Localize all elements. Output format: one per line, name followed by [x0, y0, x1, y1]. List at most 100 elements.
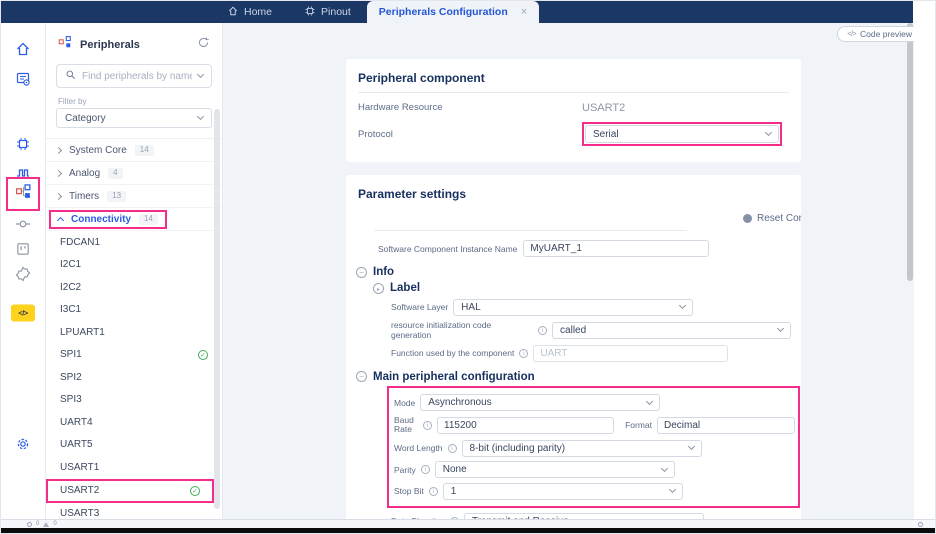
stop-bit-select[interactable]: 1	[442, 482, 683, 500]
tab-bar: Home Pinout Peripherals Configuration ×	[1, 1, 935, 23]
category-system-core[interactable]: System Core 14	[46, 139, 222, 162]
item-label: UART4	[60, 416, 93, 428]
collapse-icon[interactable]	[356, 371, 367, 382]
baud-rate-input[interactable]	[437, 416, 615, 434]
count-badge: 13	[107, 190, 127, 202]
protocol-value: Serial	[593, 128, 619, 140]
peripherals-panel-icon	[58, 35, 72, 54]
peripheral-item-i2c1[interactable]: I2C1	[46, 253, 222, 276]
node-link-icon[interactable]	[15, 216, 31, 232]
section-info[interactable]: Info	[356, 266, 791, 278]
word-length-select[interactable]: 8-bit (including parity)	[461, 439, 702, 457]
peripheral-item-usart1[interactable]: USART1	[46, 456, 222, 479]
software-layer-select[interactable]: HAL	[453, 298, 694, 316]
chevron-down-icon	[646, 397, 654, 405]
home-nav-icon[interactable]	[15, 41, 31, 57]
section-label[interactable]: Label	[373, 282, 791, 294]
stop-bit-label: Stop Bit	[394, 486, 424, 497]
software-layer-value: HAL	[461, 301, 481, 313]
reset-configuration-button[interactable]: Reset Configuration	[743, 213, 801, 224]
item-label: UART5	[60, 439, 93, 451]
highlight-box: Connectivity 14	[49, 209, 167, 229]
refresh-icon[interactable]	[197, 36, 210, 54]
count-badge: 14	[134, 144, 154, 156]
peripheral-item-usart3[interactable]: USART3	[46, 502, 222, 519]
tab-home[interactable]: Home	[211, 1, 288, 23]
parameter-settings-heading: Parameter settings	[358, 187, 467, 201]
collapse-icon[interactable]	[356, 266, 367, 278]
highlight-box: Serial	[582, 122, 782, 146]
peripherals-nav-highlight-box[interactable]	[6, 177, 40, 211]
chevron-down-icon[interactable]	[196, 70, 205, 79]
peripheral-item-fdcan1[interactable]: FDCAN1	[46, 231, 222, 254]
code-preview-button[interactable]: </> Code preview	[837, 26, 914, 42]
settings-gear-icon[interactable]	[15, 436, 31, 452]
resource-init-label: resource initialization code generation	[391, 320, 492, 340]
peripheral-item-spi2[interactable]: SPI2	[46, 366, 222, 389]
icon-rail: </>	[1, 23, 46, 519]
filter-category-value: Category	[65, 112, 106, 124]
format-input[interactable]	[657, 416, 795, 434]
protocol-label: Protocol	[358, 128, 393, 140]
baud-rate-label: Baud Rate	[394, 414, 414, 435]
chevron-down-icon	[668, 485, 676, 494]
close-tab-icon[interactable]: ×	[521, 6, 527, 18]
peripheral-component-card: Peripheral component Hardware Resource U…	[346, 59, 801, 162]
instance-name-input[interactable]	[523, 240, 710, 257]
reset-label: Reset Configuration	[757, 213, 801, 224]
word-length-label: Word Length	[394, 443, 443, 454]
mode-value: Asynchronous	[428, 397, 492, 408]
category-analog[interactable]: Analog 4	[46, 162, 222, 185]
topbar-corner	[913, 1, 935, 23]
peripheral-item-i2c2[interactable]: I2C2	[46, 276, 222, 299]
peripheral-item-uart4[interactable]: UART4	[46, 411, 222, 434]
chevron-down-icon	[764, 128, 773, 137]
parameter-settings-card: Parameter settings Reset Configuration S…	[346, 175, 801, 519]
chevron-up-icon	[56, 216, 65, 225]
project-settings-icon[interactable]	[15, 71, 31, 87]
mode-select[interactable]: Asynchronous	[420, 394, 661, 411]
board-kanban-icon[interactable]	[16, 242, 31, 257]
tab-pinout[interactable]: Pinout	[288, 1, 367, 23]
search-box	[56, 64, 212, 88]
search-input[interactable]	[82, 70, 192, 82]
category-connectivity[interactable]: Connectivity 14	[46, 208, 222, 231]
main-scrollbar[interactable]	[907, 23, 913, 281]
sidebar-scrollbar[interactable]	[214, 109, 220, 509]
tab-active-label: Peripherals Configuration	[378, 6, 508, 18]
info-icon	[428, 486, 438, 496]
reset-icon	[743, 214, 752, 223]
code-glyph: </>	[11, 304, 35, 322]
category-label: System Core	[69, 144, 127, 156]
tab-peripherals-configuration[interactable]: Peripherals Configuration ×	[366, 1, 540, 23]
peripheral-item-i3c1[interactable]: I3C1	[46, 298, 222, 321]
category-timers[interactable]: Timers 13	[46, 185, 222, 208]
section-main-config[interactable]: Main peripheral configuration	[356, 371, 791, 383]
chevron-down-icon	[687, 442, 695, 451]
badge-seal-icon[interactable]	[15, 266, 31, 282]
peripheral-item-usart2[interactable]: USART2	[46, 478, 214, 503]
expand-icon[interactable]	[373, 282, 384, 294]
code-icon: </>	[847, 30, 857, 38]
error-icon	[27, 521, 32, 527]
peripherals-icon	[15, 183, 32, 205]
peripheral-item-uart5[interactable]: UART5	[46, 433, 222, 456]
peripheral-item-spi1[interactable]: SPI1	[46, 343, 222, 366]
configured-check-icon	[190, 485, 200, 496]
peripheral-item-spi3[interactable]: SPI3	[46, 388, 222, 411]
category-label: Analog	[69, 167, 101, 179]
section-info-label: Info	[373, 266, 395, 278]
parity-select[interactable]: None	[434, 461, 675, 479]
resource-init-select[interactable]: called	[552, 321, 791, 339]
protocol-select[interactable]: Serial	[585, 125, 779, 143]
code-view-icon[interactable]: </>	[11, 304, 35, 322]
warning-count: 0	[53, 521, 57, 527]
function-used-input	[533, 344, 729, 362]
item-label: USART1	[60, 461, 100, 473]
chevron-right-icon	[54, 146, 63, 154]
pinout-chip-icon[interactable]	[15, 136, 31, 152]
filter-category-select[interactable]: Category	[56, 108, 212, 128]
peripheral-item-lpuart1[interactable]: LPUART1	[46, 321, 222, 344]
chevron-right-icon	[54, 192, 63, 200]
peripheral-component-heading: Peripheral component	[358, 71, 789, 93]
